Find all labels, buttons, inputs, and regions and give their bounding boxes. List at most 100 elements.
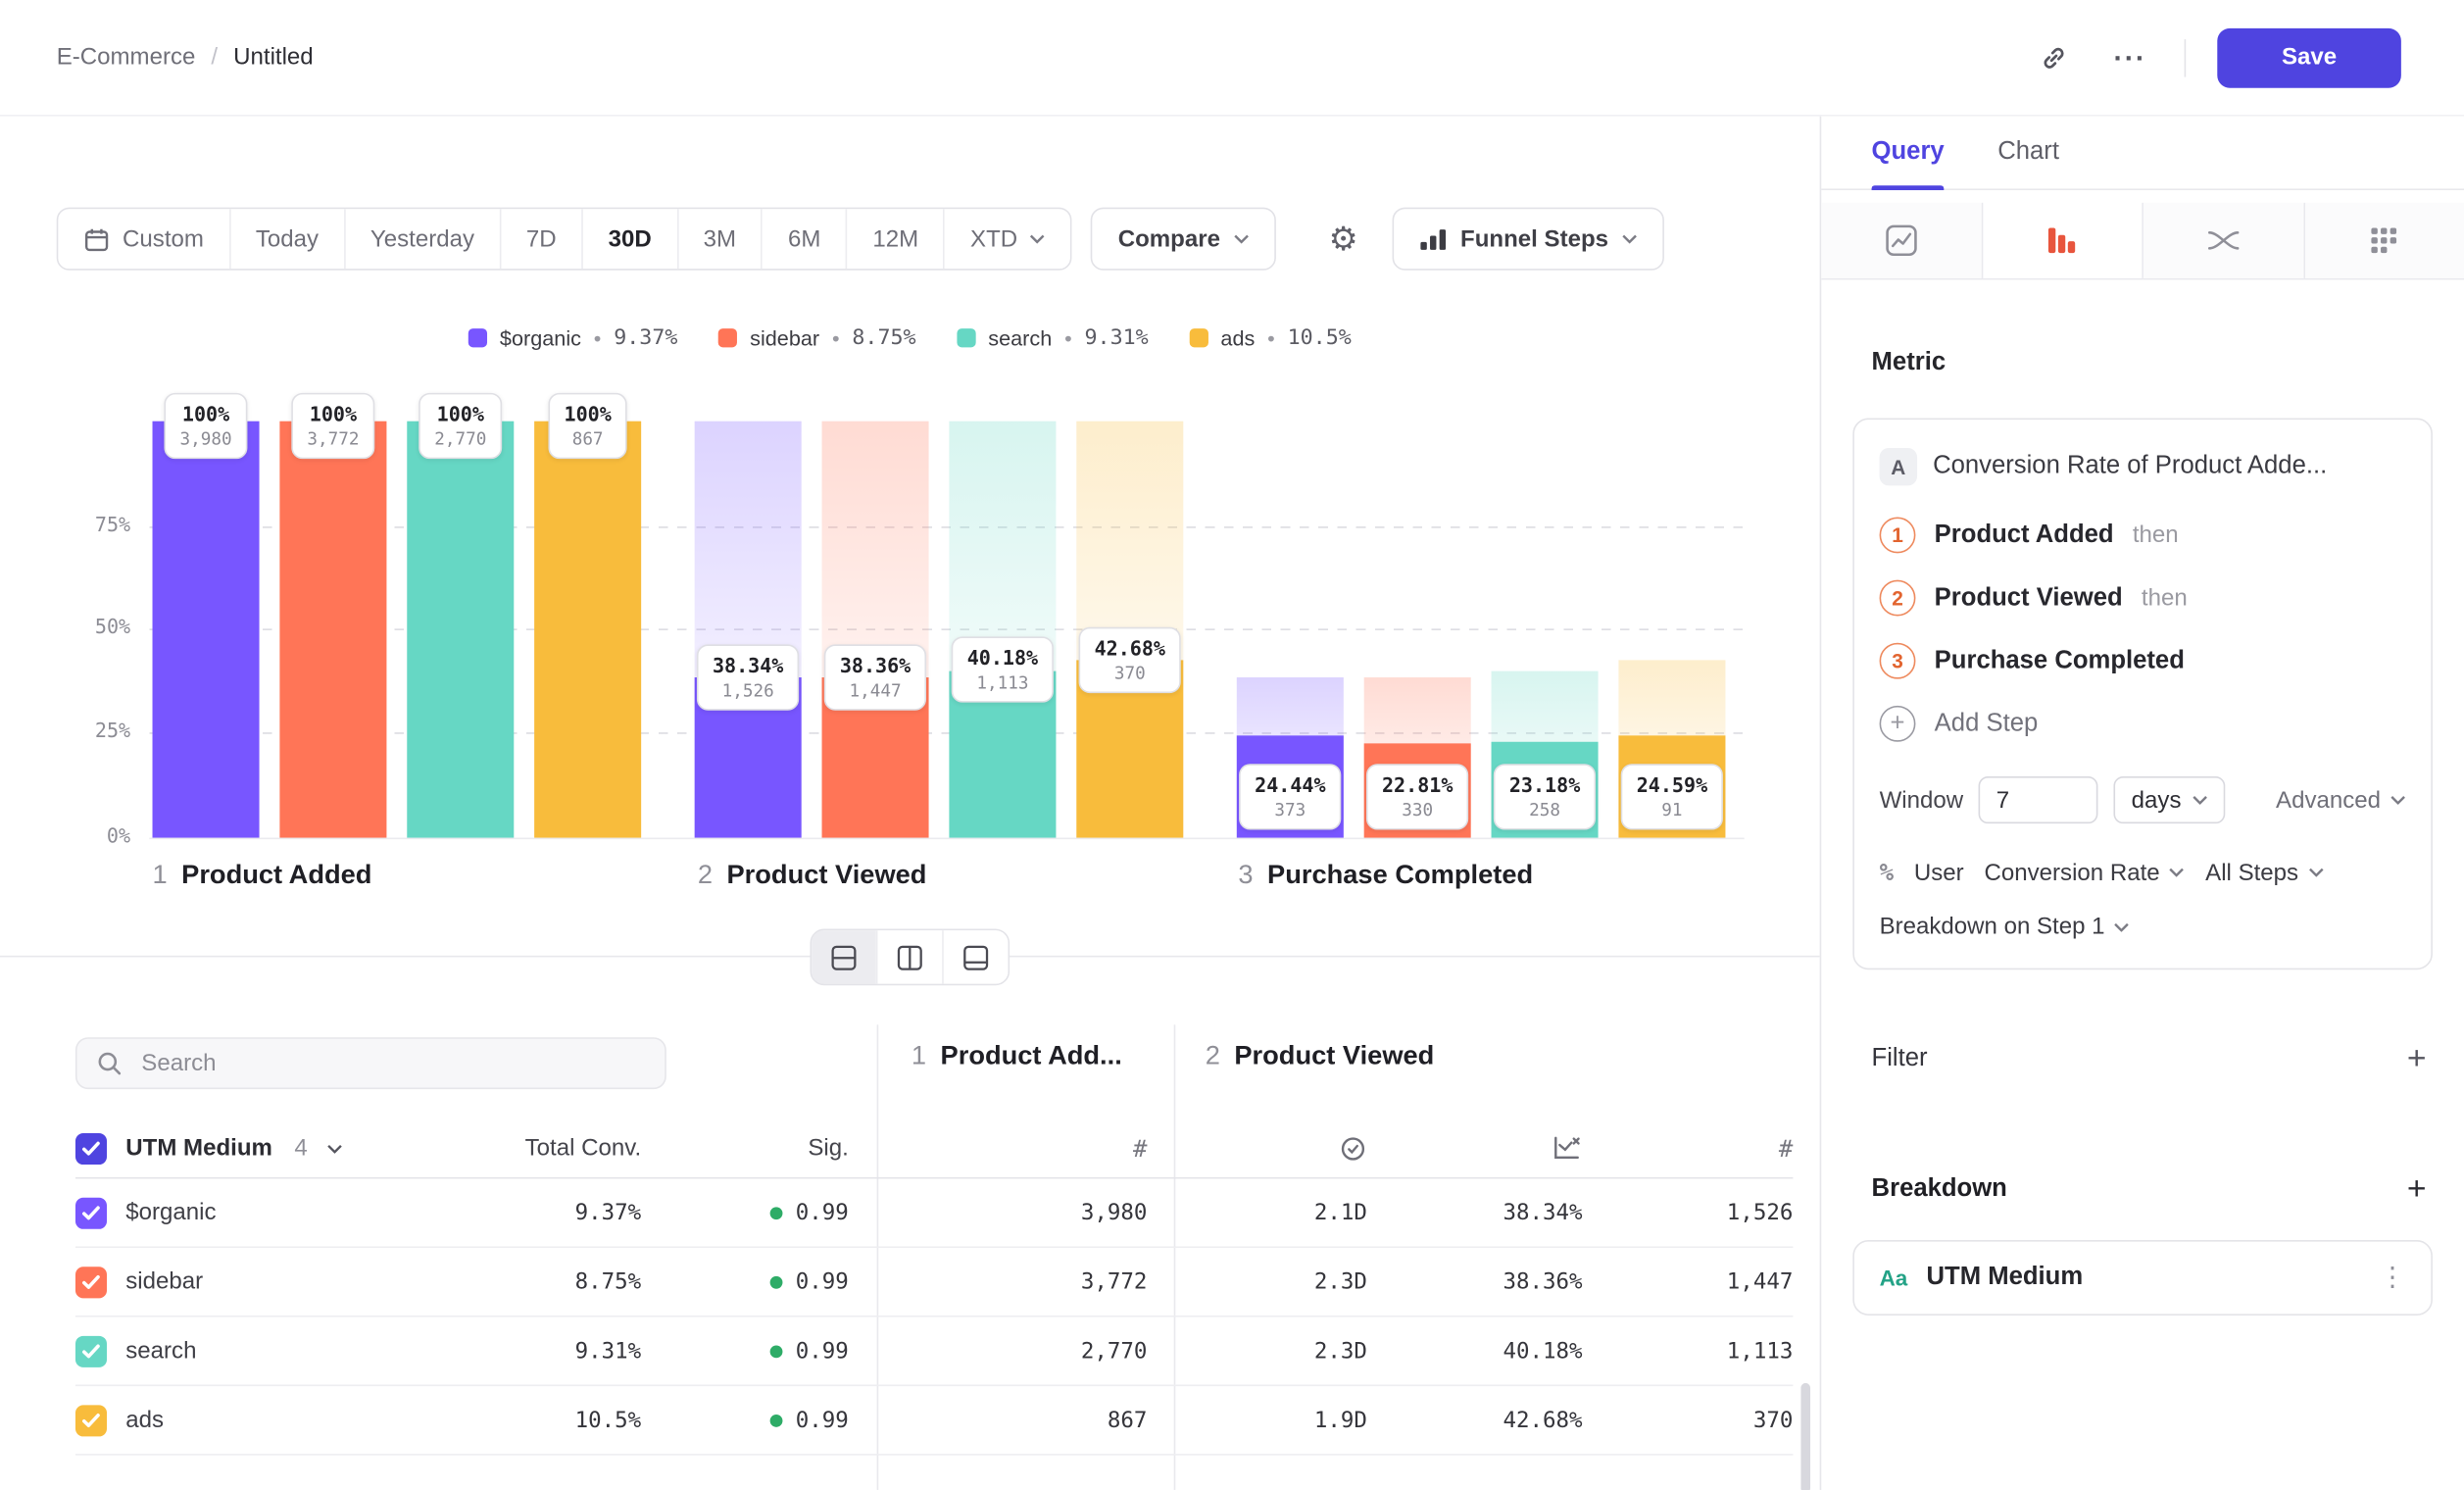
kebab-menu-icon[interactable]: ⋮ [2379, 1262, 2405, 1293]
layout-toggle-group [811, 929, 1010, 986]
range-label: 6M [788, 225, 820, 252]
entity-select[interactable]: User [1914, 859, 1964, 885]
breakdown-property-card[interactable]: Aa UTM Medium ⋮ [1852, 1240, 2433, 1316]
search-input[interactable] [138, 1048, 646, 1077]
metric-title-row[interactable]: A Conversion Rate of Product Adde... [1880, 448, 2406, 485]
funnel-bar[interactable]: 24.59%91 [1618, 422, 1725, 838]
table-scrollbar[interactable] [1800, 1383, 1810, 1490]
count-column-icon[interactable]: # [1583, 1134, 1794, 1163]
range-7d[interactable]: 7D [500, 209, 582, 269]
legend-item[interactable]: sidebar • 8.75% [718, 325, 915, 351]
select-all-checkbox[interactable] [75, 1132, 107, 1164]
compare-button[interactable]: Compare [1091, 208, 1275, 271]
breadcrumb: E-Commerce / Untitled [57, 44, 314, 71]
legend-value: 9.31% [1085, 325, 1149, 351]
insights-tab[interactable] [1821, 203, 1982, 278]
legend-value: 10.5% [1288, 325, 1352, 351]
funnel-bar[interactable]: 100%867 [534, 422, 641, 838]
row-checkbox[interactable] [75, 1197, 107, 1228]
table-row[interactable]: sidebar 8.75% 0.99 3,772 2.3D 38.36% 1,4… [75, 1248, 1793, 1317]
chevron-down-icon [1621, 234, 1637, 244]
funnel-bar[interactable]: 38.36%1,447 [822, 422, 929, 838]
row-checkbox[interactable] [75, 1335, 107, 1366]
total-conv-column-header[interactable]: Total Conv. [390, 1135, 642, 1162]
range-label: 7D [526, 225, 557, 252]
funnel-bar[interactable]: 22.81%330 [1364, 422, 1471, 838]
breadcrumb-separator: / [211, 44, 218, 71]
table-row[interactable]: $organic 9.37% 0.99 3,980 2.1D 38.34% 1,… [75, 1178, 1793, 1248]
count-column-icon[interactable]: # [849, 1134, 1148, 1163]
range-today[interactable]: Today [229, 209, 344, 269]
measure-metric-select[interactable]: Conversion Rate [1985, 859, 2186, 885]
save-button[interactable]: Save [2217, 27, 2401, 87]
funnel-bar[interactable]: 38.34%1,526 [695, 422, 802, 838]
legend-item[interactable]: $organic • 9.37% [468, 325, 678, 351]
add-breakdown-button[interactable]: + [2407, 1172, 2427, 1206]
table-row[interactable]: search 9.31% 0.99 2,770 2.3D 40.18% 1,11… [75, 1317, 1793, 1387]
gear-icon: ⚙ [1329, 220, 1358, 259]
flows-tab[interactable] [2144, 203, 2304, 278]
row-checkbox[interactable] [75, 1405, 107, 1436]
breakdown-property-name: UTM Medium [1927, 1264, 2084, 1292]
bar-pct: 40.18% [967, 646, 1038, 670]
layout-bottom-panel-button[interactable] [942, 930, 1008, 984]
steps-scope-select[interactable]: All Steps [2205, 859, 2324, 885]
legend-item[interactable]: ads • 10.5% [1189, 325, 1351, 351]
funnel-bar[interactable]: 42.68%370 [1076, 422, 1183, 838]
breakdown-section-header: Breakdown + [1872, 1172, 2427, 1206]
chevron-down-icon[interactable] [326, 1143, 342, 1153]
share-link-button[interactable] [2032, 35, 2076, 79]
layout-split-horizontal-button[interactable] [812, 930, 876, 984]
table-row[interactable]: ads 10.5% 0.99 867 1.9D 42.68% 370 [75, 1386, 1793, 1456]
range-xtd[interactable]: XTD [944, 209, 1071, 269]
funnel-bar[interactable]: 24.44%373 [1237, 422, 1344, 838]
funnel-bar[interactable]: 100%3,772 [279, 422, 386, 838]
tab-query[interactable]: Query [1872, 117, 1945, 189]
chart-type-select[interactable]: Funnel Steps [1393, 208, 1663, 271]
query-step-2[interactable]: 2 Product Viewed then [1880, 580, 2406, 617]
query-step-1[interactable]: 1 Product Added then [1880, 517, 2406, 553]
bar-value-label: 40.18%1,113 [952, 636, 1054, 702]
range-yesterday[interactable]: Yesterday [344, 209, 500, 269]
advanced-toggle[interactable]: Advanced [2276, 786, 2406, 813]
significance-dot [770, 1275, 783, 1288]
chevron-down-icon [1030, 234, 1046, 244]
filter-section-header: Filter + [1872, 1042, 2427, 1075]
funnel-plot: 100%3,980 100%3,772 100%2,770 100%8 [149, 422, 1744, 838]
sig-value: 0.99 [796, 1269, 849, 1295]
conversion-column-header[interactable] [1367, 1134, 1583, 1163]
group-column-label[interactable]: UTM Medium [125, 1135, 272, 1162]
query-step-3[interactable]: 3 Purchase Completed [1880, 643, 2406, 679]
funnels-tab-selected[interactable] [1983, 203, 2144, 278]
funnel-bar[interactable]: 40.18%1,113 [949, 422, 1056, 838]
retention-tab[interactable] [2304, 203, 2464, 278]
more-menu-button[interactable]: ··· [2107, 37, 2152, 78]
avg-time-column-header[interactable] [1147, 1134, 1366, 1163]
range-6m[interactable]: 6M [762, 209, 846, 269]
legend-item[interactable]: search • 9.31% [957, 325, 1148, 351]
layout-split-vertical-button[interactable] [876, 930, 942, 984]
window-unit-select[interactable]: days [2114, 776, 2225, 823]
tab-chart[interactable]: Chart [1997, 117, 2059, 189]
range-12m[interactable]: 12M [846, 209, 944, 269]
group-count: 4 [294, 1135, 307, 1162]
breakdown-on-step-select[interactable]: Breakdown on Step 1 [1880, 914, 2406, 940]
chart-settings-button[interactable]: ⚙ [1322, 213, 1364, 265]
add-step-button[interactable]: + Add Step [1880, 706, 2406, 742]
range-3m[interactable]: 3M [676, 209, 761, 269]
window-value-input[interactable] [1979, 776, 2098, 823]
range-custom[interactable]: Custom [58, 209, 228, 269]
row-checkbox[interactable] [75, 1266, 107, 1297]
breadcrumb-parent[interactable]: E-Commerce [57, 44, 196, 71]
funnel-bar[interactable]: 100%3,980 [153, 422, 260, 838]
sig-column-header[interactable]: Sig. [641, 1135, 849, 1162]
step2-conversion: 38.36% [1367, 1269, 1583, 1295]
breadcrumb-current[interactable]: Untitled [233, 44, 314, 71]
funnel-bar[interactable]: 23.18%258 [1492, 422, 1599, 838]
bar-pct: 23.18% [1509, 773, 1580, 798]
split-horizontal-icon [830, 944, 857, 970]
add-filter-button[interactable]: + [2407, 1042, 2427, 1075]
funnel-bar[interactable]: 100%2,770 [407, 422, 514, 838]
range-30d-selected[interactable]: 30D [581, 209, 676, 269]
top-bar: E-Commerce / Untitled ··· Save [0, 0, 2464, 117]
